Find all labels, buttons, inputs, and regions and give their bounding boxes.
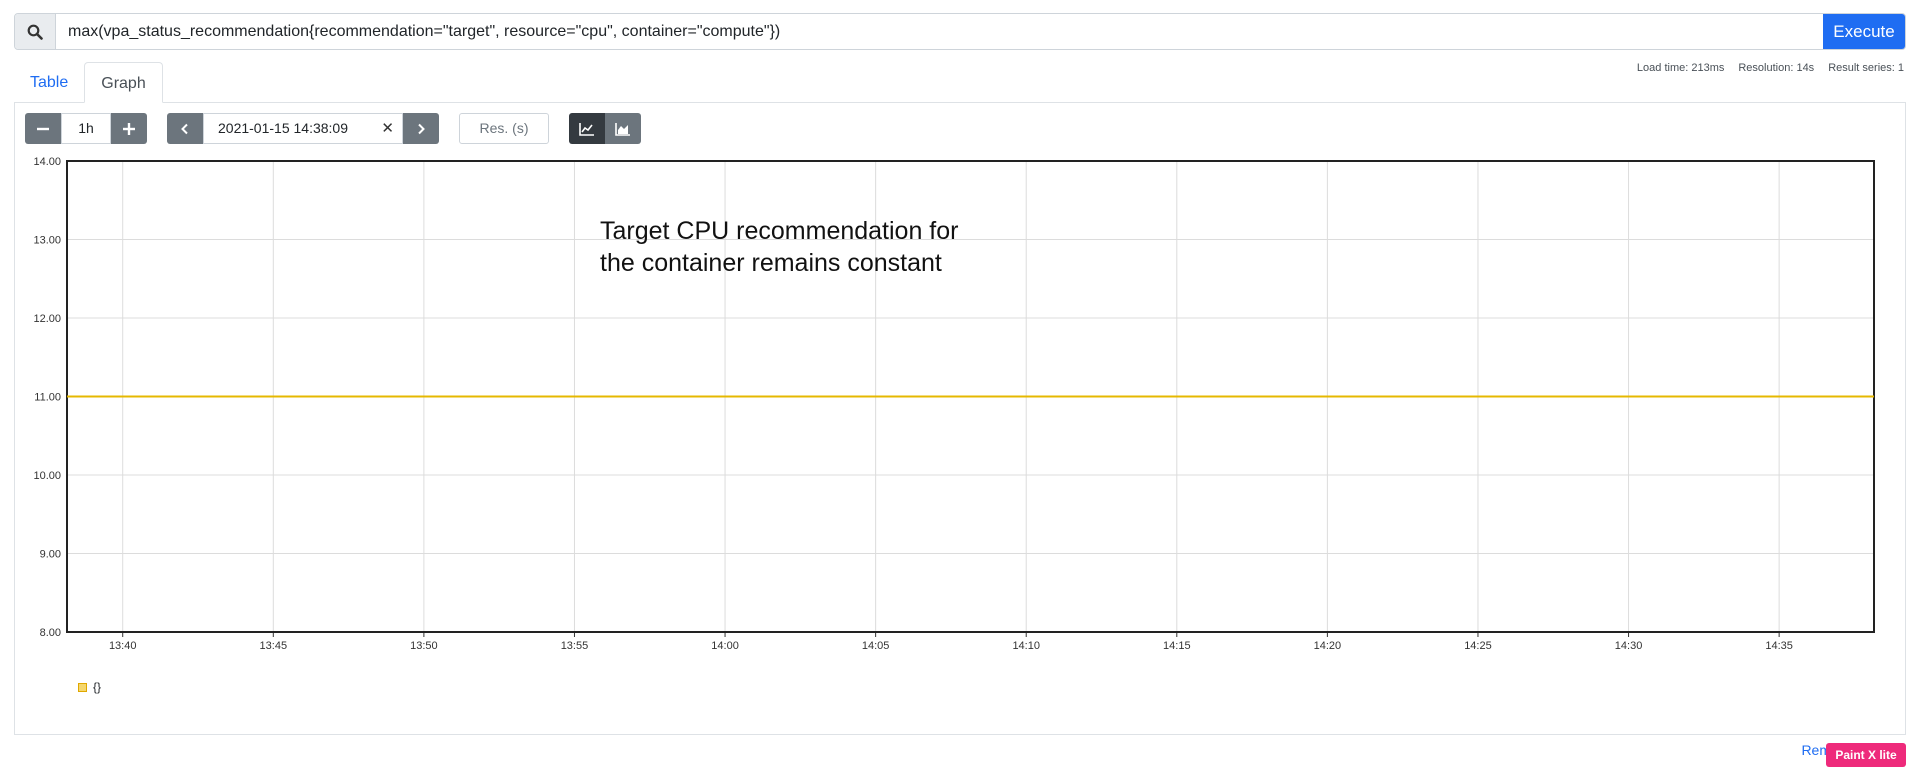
y-tick-label: 8.00	[40, 627, 61, 639]
graph-chart: 14.00 13.00 12.00 11.00 10.00 9.00 8.00 13:40 13…	[33, 156, 1875, 652]
y-tick-label: 14.00	[33, 156, 61, 168]
y-tick-label: 13.00	[33, 235, 61, 247]
x-tick-label: 14:20	[1314, 640, 1342, 652]
chart-legend: {}	[78, 680, 101, 694]
x-tick-label: 14:25	[1464, 640, 1492, 652]
x-tick-label: 14:15	[1163, 640, 1191, 652]
annotation-text: Target CPU recommendation for the contai…	[600, 215, 1040, 279]
paint-x-lite-badge: Paint X lite	[1826, 743, 1906, 767]
x-tick-label: 13:40	[109, 640, 137, 652]
x-tick-label: 13:45	[260, 640, 288, 652]
x-tick-label: 14:10	[1012, 640, 1040, 652]
y-tick-label: 12.00	[33, 313, 61, 325]
y-tick-label: 10.00	[33, 470, 61, 482]
x-tick-label: 14:05	[862, 640, 890, 652]
x-tick-label: 13:50	[410, 640, 438, 652]
legend-swatch[interactable]	[78, 682, 87, 692]
tab-graph[interactable]: Graph	[84, 62, 163, 103]
x-tick-label: 14:30	[1615, 640, 1643, 652]
x-tick-label: 14:35	[1765, 640, 1793, 652]
y-tick-label: 9.00	[40, 549, 61, 561]
y-tick-label: 11.00	[34, 392, 61, 404]
legend-label[interactable]: {}	[93, 680, 101, 694]
x-tick-label: 13:55	[561, 640, 589, 652]
annotation-line-2: the container remains constant	[600, 249, 942, 277]
annotation-line-1: Target CPU recommendation for	[600, 217, 959, 245]
x-tick-label: 14:00	[711, 640, 739, 652]
